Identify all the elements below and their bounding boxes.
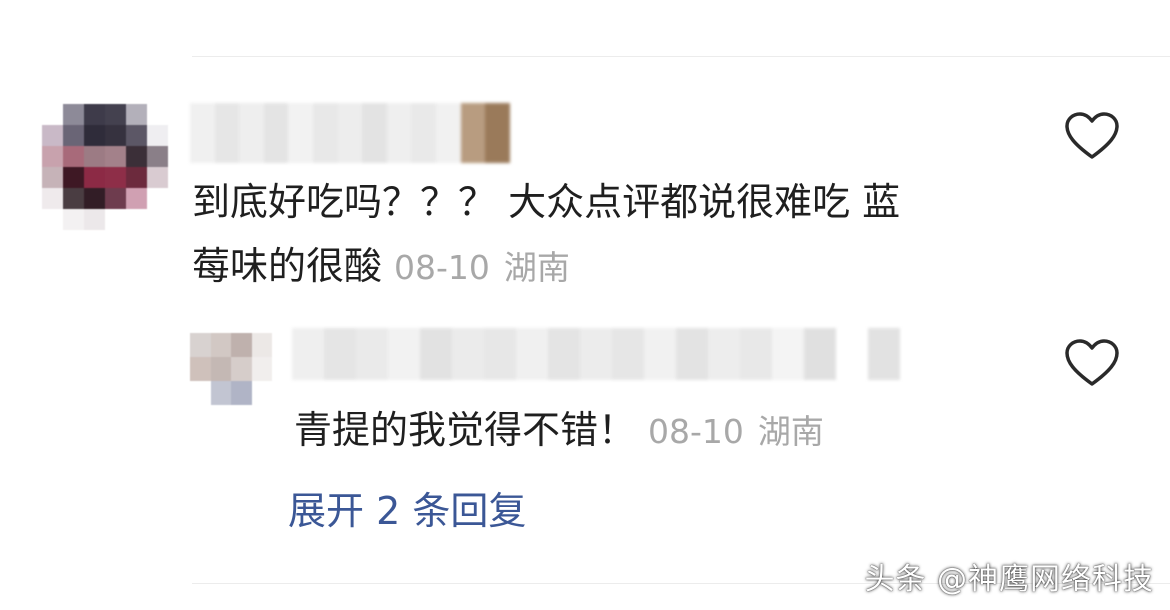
reply-date: 08-10 xyxy=(648,412,744,451)
reply-text-content: 青提的我觉得不错！ xyxy=(294,408,637,452)
reply-username-redacted[interactable] xyxy=(292,328,932,380)
reply-like-heart-icon[interactable] xyxy=(1064,338,1120,388)
avatar[interactable] xyxy=(42,104,168,230)
watermark: 头条 @神鹰网络科技 xyxy=(864,562,1154,597)
reply-avatar[interactable] xyxy=(190,333,272,405)
like-heart-icon[interactable] xyxy=(1064,111,1120,161)
comment-text-line1: 到底好吃吗？？？ 大众点评都说很难吃 蓝 xyxy=(192,180,901,224)
reply-location: 湖南 xyxy=(757,412,824,451)
comment-date: 08-10 xyxy=(394,248,490,287)
comment-location: 湖南 xyxy=(503,248,570,287)
comment-text: 到底好吃吗？？？ 大众点评都说很难吃 蓝莓味的很酸 08-10 湖南 xyxy=(192,170,1012,300)
top-divider xyxy=(192,56,1170,57)
expand-replies-link[interactable]: 展开 2 条回复 xyxy=(288,483,526,539)
reply-meta: 08-10 湖南 xyxy=(648,412,824,451)
username-redacted[interactable] xyxy=(190,103,510,163)
comment-text-line2: 莓味的很酸 xyxy=(192,244,383,288)
comment-meta: 08-10 湖南 xyxy=(394,248,570,287)
reply-text: 青提的我觉得不错！ 08-10 湖南 xyxy=(294,398,1054,464)
